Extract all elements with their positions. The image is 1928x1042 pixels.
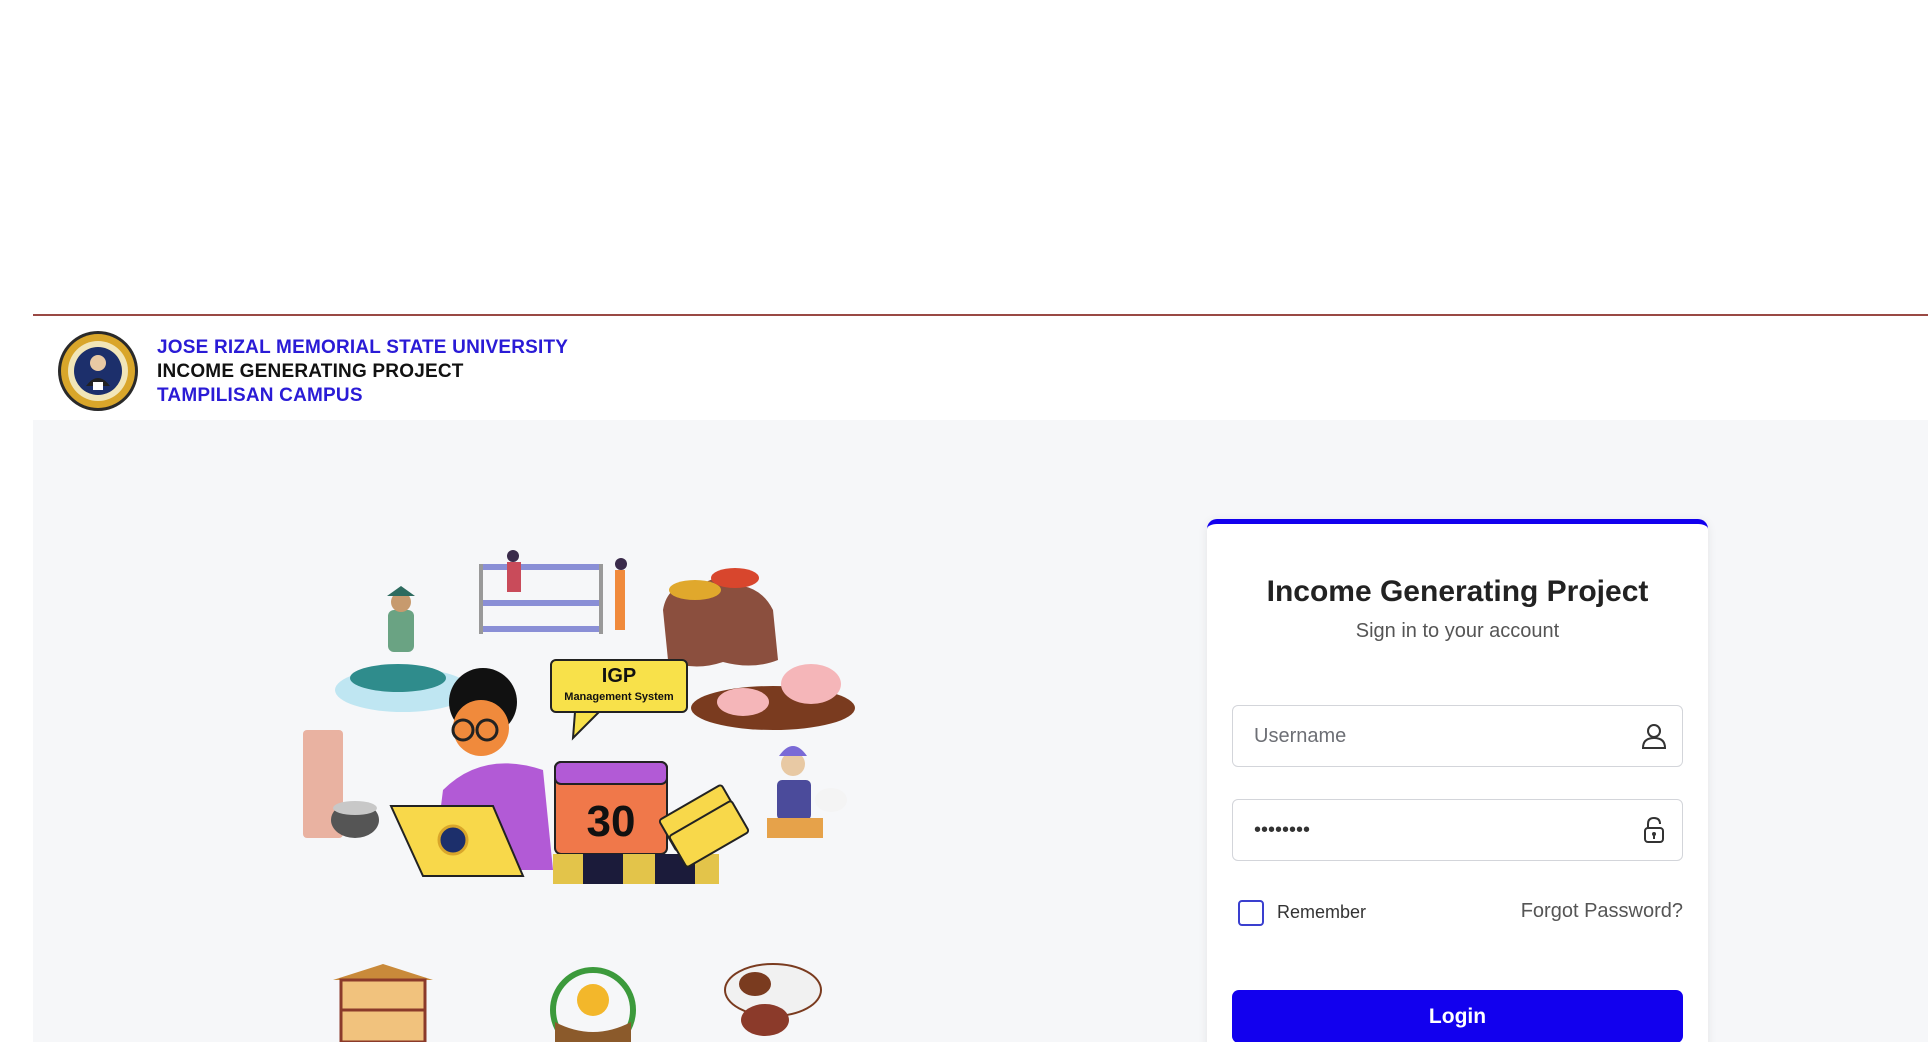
header-title-block: JOSE RIZAL MEMORIAL STATE UNIVERSITY INC…: [157, 336, 568, 408]
animal-hutch-illustration: [333, 964, 433, 1042]
user-icon: [1641, 724, 1667, 749]
university-name: JOSE RIZAL MEMORIAL STATE UNIVERSITY: [157, 337, 569, 358]
forgot-password-link[interactable]: Forgot Password?: [1521, 900, 1683, 923]
main-content: IGP Management System 30 Income Generati…: [33, 420, 1928, 1042]
poultry-farmer-illustration: [767, 746, 847, 838]
login-subtitle: Sign in to your account: [1355, 620, 1560, 642]
password-input[interactable]: [1233, 800, 1682, 860]
username-field[interactable]: [1232, 705, 1683, 767]
login-card: Income Generating Project Sign in to you…: [1207, 519, 1708, 1042]
bubble-title: IGP: [602, 665, 636, 687]
site-header: JOSE RIZAL MEMORIAL STATE UNIVERSITY INC…: [33, 316, 1928, 420]
university-seal-icon[interactable]: [57, 330, 139, 412]
dormitory-illustration: [479, 550, 627, 634]
calendar-day: 30: [587, 797, 636, 846]
lock-icon: [1644, 816, 1664, 843]
project-name: INCOME GENERATING PROJECT: [157, 361, 464, 382]
campus-name: TAMPILISAN CAMPUS: [157, 385, 363, 406]
page-frame: JOSE RIZAL MEMORIAL STATE UNIVERSITY INC…: [33, 314, 1928, 1042]
igp-illustration: IGP Management System 30: [303, 550, 855, 1042]
bubble-subtitle: Management System: [564, 691, 674, 703]
agriculture-logo-illustration: [550, 967, 636, 1042]
password-field[interactable]: [1232, 799, 1683, 861]
mortar-pestle-illustration: [303, 730, 379, 838]
cattle-illustration: [724, 963, 822, 1036]
login-button[interactable]: Login: [1232, 990, 1683, 1042]
remember-checkbox[interactable]: [1238, 900, 1264, 926]
login-title: Income Generating Project: [1266, 575, 1649, 608]
pigs-illustration: [691, 664, 855, 730]
remember-label: Remember: [1277, 902, 1367, 922]
username-input[interactable]: [1233, 706, 1682, 766]
grain-sacks-illustration: [663, 568, 778, 667]
igp-speech-bubble: IGP Management System: [550, 659, 688, 741]
